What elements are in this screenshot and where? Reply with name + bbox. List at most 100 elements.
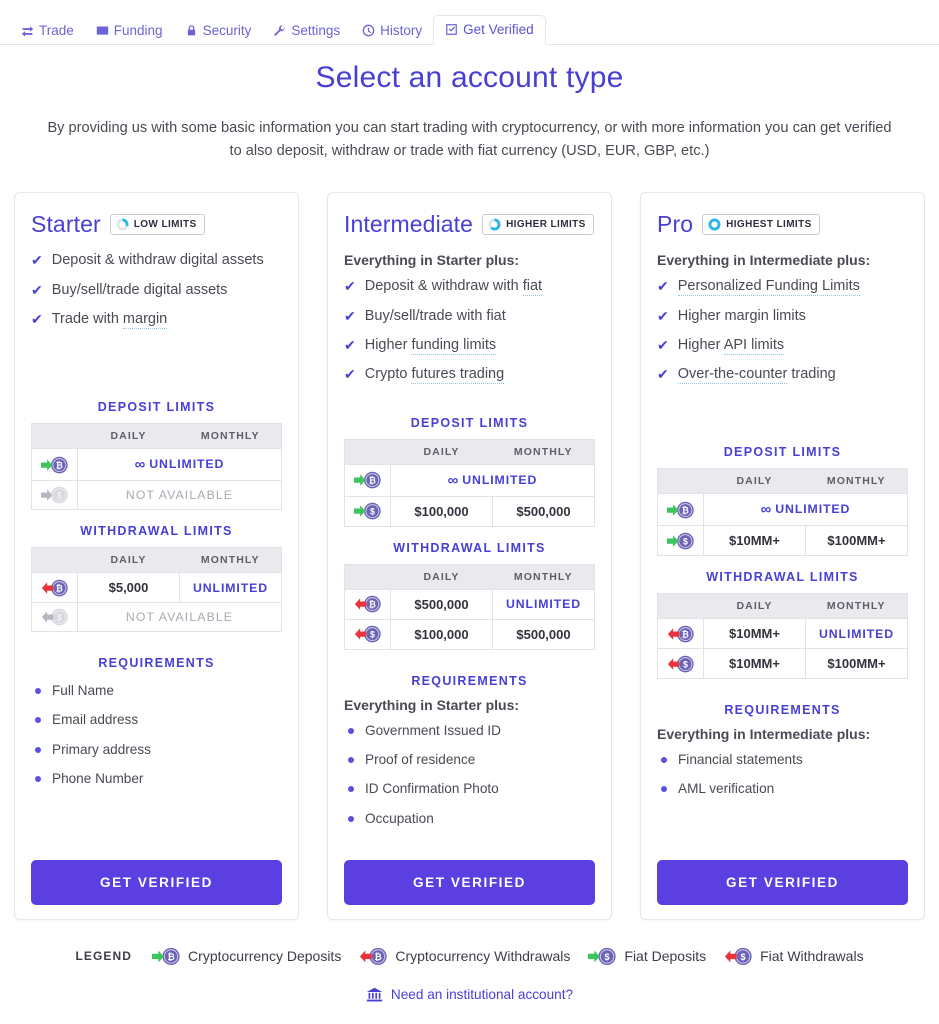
requirements-list: Full Name Email address Primary address Pho… xyxy=(31,683,282,800)
institutional-account-link[interactable]: Need an institutional account? xyxy=(0,986,939,1003)
tooltip-term[interactable]: funding limits xyxy=(411,337,497,355)
deposit-limits-table: DAILY MONTHLY ₿ ∞ UNLIMITED $ NOT AVAILABLE xyxy=(31,423,282,511)
requirement-label: ID Confirmation Photo xyxy=(365,781,499,797)
feature-list: ✔ Deposit & withdraw digital assets ✔ Buy/s… xyxy=(31,252,282,340)
tooltip-term[interactable]: API limits xyxy=(723,337,785,355)
check-icon: ✔ xyxy=(344,337,356,353)
requirement-label: Proof of residence xyxy=(365,752,476,768)
daily-column-header: DAILY xyxy=(703,593,806,619)
icon-column-header xyxy=(657,468,704,494)
requirements-title: REQUIREMENTS xyxy=(98,656,215,671)
hero-section: Select an account type By providing us w… xyxy=(0,45,939,162)
requirement-label: AML verification xyxy=(678,781,775,797)
feature-item: ✔ Deposit & withdraw digital assets xyxy=(31,252,282,269)
tooltip-term[interactable]: Over-the-counter xyxy=(677,366,788,385)
feature-label: Over-the-counter trading xyxy=(677,366,836,385)
withdrawal-limits-table: DAILY MONTHLY ₿ $5,000 UNLIMITED $ NOT AVAILAB… xyxy=(31,547,282,633)
check-icon: ✔ xyxy=(657,307,669,324)
tab-funding[interactable]: Funding xyxy=(85,17,174,46)
svg-text:₿: ₿ xyxy=(368,600,375,610)
feature-label: Buy/sell/trade digital assets xyxy=(51,281,228,298)
table-row: ₿ ∞ UNLIMITED xyxy=(31,448,282,482)
bullet-icon xyxy=(661,757,667,764)
feature-label: Higher margin limits xyxy=(677,307,806,324)
svg-text:$: $ xyxy=(741,952,746,962)
feature-item: ✔ Over-the-counter trading xyxy=(657,366,908,385)
requirement-label: Full Name xyxy=(52,683,114,699)
withdrawal-limits-table: DAILY MONTHLY ₿ $500,000 UNLIMITED $ $100,000 $… xyxy=(344,563,595,650)
account-card-starter: Starter LOW LIMITS ✔ Deposit & withdraw dig… xyxy=(14,192,299,921)
institutional-account-label: Need an institutional account? xyxy=(390,986,574,1002)
tab-history[interactable]: History xyxy=(351,17,433,46)
svg-text:$: $ xyxy=(682,536,687,546)
svg-text:₿: ₿ xyxy=(375,952,382,962)
tab-trade[interactable]: Trade xyxy=(10,17,85,46)
get-verified-button[interactable]: GET VERIFIED xyxy=(657,860,908,906)
deposit-limits-title: DEPOSIT LIMITS xyxy=(97,400,216,415)
table-row: ₿ $5,000 UNLIMITED xyxy=(31,572,282,604)
legend-item: ₿ Cryptocurrency Deposits xyxy=(152,946,341,967)
crypto-deposit-icon: ₿ xyxy=(657,493,704,527)
fiat-withdraw-icon: $ xyxy=(344,618,391,650)
bank-icon xyxy=(366,986,383,1003)
feature-item: ✔ Buy/sell/trade with fiat xyxy=(344,308,595,325)
get-verified-button[interactable]: GET VERIFIED xyxy=(344,860,595,906)
tab-get-verified[interactable]: Get Verified xyxy=(433,14,546,45)
svg-text:₿: ₿ xyxy=(167,952,174,962)
crypto-deposit-icon: ₿ xyxy=(344,463,391,497)
tab-security[interactable]: Security xyxy=(174,17,263,46)
check-icon: ✔ xyxy=(657,337,669,353)
table-row: $ $100,000 $500,000 xyxy=(344,618,595,650)
tab-settings[interactable]: Settings xyxy=(262,17,351,46)
feature-label: Buy/sell/trade with fiat xyxy=(364,307,506,324)
svg-text:$: $ xyxy=(682,659,687,669)
tooltip-term[interactable]: margin xyxy=(122,311,168,329)
monthly-column-header: MONTHLY xyxy=(492,439,595,465)
infinity-icon: ∞ xyxy=(760,501,773,519)
feature-list: ✔ Deposit & withdraw with fiat ✔ Buy/sell/t… xyxy=(344,278,595,396)
get-verified-button[interactable]: GET VERIFIED xyxy=(31,860,282,906)
tab-label: Funding xyxy=(113,22,163,38)
svg-text:₿: ₿ xyxy=(681,505,688,515)
tooltip-term[interactable]: futures trading xyxy=(411,366,505,385)
requirement-label: Primary address xyxy=(52,741,151,757)
fiat-deposit-icon: $ xyxy=(344,495,391,527)
feature-item: ✔ Higher API limits xyxy=(657,337,908,355)
tier-badge-label: HIGHER LIMITS xyxy=(506,219,586,231)
svg-text:$: $ xyxy=(56,613,61,623)
feature-item: ✔ Deposit & withdraw with fiat xyxy=(344,278,595,297)
requirement-label: Phone Number xyxy=(52,771,144,787)
deposit-limits-title: DEPOSIT LIMITS xyxy=(723,445,842,460)
legend-label: Fiat Deposits xyxy=(624,948,707,965)
features-plus-line: Everything in Starter plus: xyxy=(344,252,520,269)
table-row: $ $100,000 $500,000 xyxy=(344,495,595,527)
monthly-limit-cell: $100MM+ xyxy=(805,648,908,680)
svg-text:₿: ₿ xyxy=(55,583,62,593)
monthly-column-header: MONTHLY xyxy=(805,468,908,494)
withdrawal-limits-title: WITHDRAWAL LIMITS xyxy=(393,540,546,555)
deposit-limits-table: DAILY MONTHLY ₿ ∞ UNLIMITED $ $10MM+ $100MM+ xyxy=(657,468,908,557)
requirement-item: Government Issued ID xyxy=(348,723,595,739)
money-icon xyxy=(96,24,109,37)
requirement-item: ID Confirmation Photo xyxy=(348,781,595,797)
feature-item: ✔ Higher margin limits xyxy=(657,308,908,325)
limit-value-cell: NOT AVAILABLE xyxy=(77,480,282,511)
tier-name: Pro xyxy=(657,211,694,238)
daily-limit-cell: $100,000 xyxy=(390,495,493,527)
requirement-item: Proof of residence xyxy=(348,752,595,768)
requirement-item: Primary address xyxy=(35,742,282,758)
tier-limits-badge: LOW LIMITS xyxy=(109,214,205,236)
feature-item: ✔ Crypto futures trading xyxy=(344,366,595,385)
bullet-icon xyxy=(348,757,354,764)
tooltip-term[interactable]: Personalized Funding Limits xyxy=(677,278,860,297)
svg-text:₿: ₿ xyxy=(681,629,688,639)
lock-icon xyxy=(185,24,198,37)
infinity-icon: ∞ xyxy=(134,456,147,474)
svg-text:$: $ xyxy=(56,491,61,501)
tooltip-term[interactable]: fiat xyxy=(522,278,543,297)
feature-item: ✔ Higher funding limits xyxy=(344,337,595,355)
requirement-label: Financial statements xyxy=(678,752,803,768)
check-icon: ✔ xyxy=(344,278,356,295)
